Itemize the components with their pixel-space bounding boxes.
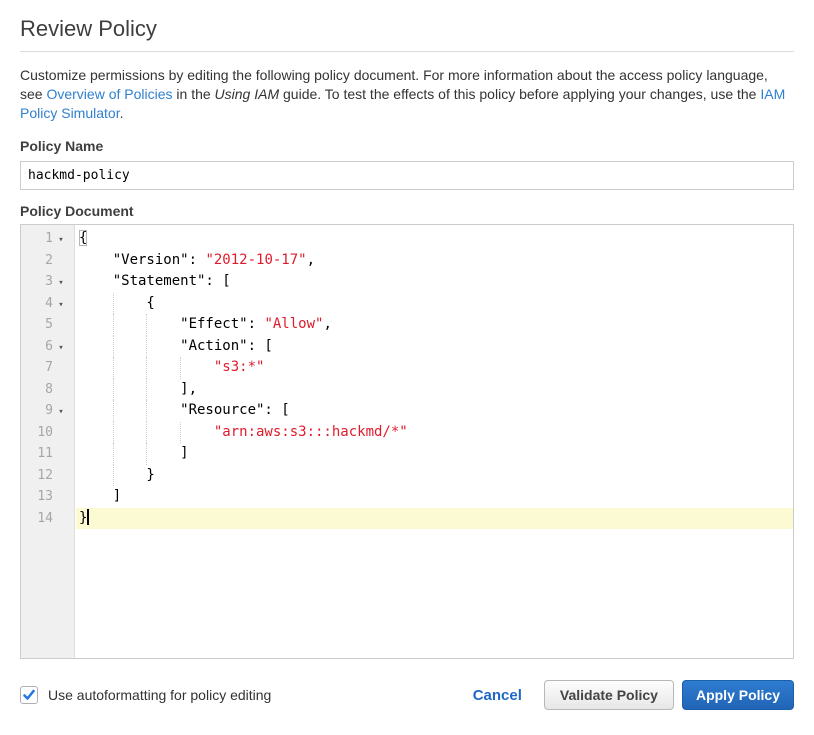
code-line-5[interactable]: "Effect": "Allow", bbox=[76, 314, 793, 336]
fold-arrow-icon[interactable]: ▾ bbox=[53, 230, 69, 252]
indent-guide bbox=[113, 422, 114, 444]
footer-actions: Cancel Validate Policy Apply Policy bbox=[473, 680, 794, 710]
indent-guide bbox=[146, 314, 147, 336]
code-line-11[interactable]: ] bbox=[76, 443, 793, 465]
policy-name-label: Policy Name bbox=[20, 138, 794, 154]
gutter-line-6: 6▾ bbox=[21, 336, 74, 358]
gutter-line-7: 7 bbox=[21, 357, 74, 379]
intro-part2: in the bbox=[173, 86, 215, 102]
policy-document-editor[interactable]: 1▾23▾4▾56▾789▾1011121314 { "Version": "2… bbox=[20, 224, 794, 659]
fold-arrow-icon[interactable]: ▾ bbox=[53, 273, 69, 295]
gutter-line-11: 11 bbox=[21, 443, 74, 465]
intro-text: Customize permissions by editing the fol… bbox=[20, 66, 792, 123]
indent-guide bbox=[113, 336, 114, 358]
gutter-line-5: 5 bbox=[21, 314, 74, 336]
code-line-8[interactable]: ], bbox=[76, 379, 793, 401]
fold-arrow-icon[interactable]: ▾ bbox=[53, 338, 69, 360]
indent-guide bbox=[113, 293, 114, 315]
code-line-7[interactable]: "s3:*" bbox=[76, 357, 793, 379]
autoformat-label: Use autoformatting for policy editing bbox=[48, 687, 271, 703]
link-overview-of-policies[interactable]: Overview of Policies bbox=[46, 86, 172, 102]
indent-guide bbox=[113, 443, 114, 465]
gutter-line-13: 13 bbox=[21, 486, 74, 508]
code-line-13[interactable]: ] bbox=[76, 486, 793, 508]
fold-arrow-icon[interactable]: ▾ bbox=[53, 295, 69, 317]
gutter-line-8: 8 bbox=[21, 379, 74, 401]
indent-guide bbox=[146, 357, 147, 379]
code-line-2[interactable]: "Version": "2012-10-17", bbox=[76, 250, 793, 272]
code-line-10[interactable]: "arn:aws:s3:::hackmd/*" bbox=[76, 422, 793, 444]
footer-bar: Use autoformatting for policy editing Ca… bbox=[20, 680, 794, 710]
editor-gutter-lines: 1▾23▾4▾56▾789▾1011121314 bbox=[21, 228, 74, 529]
gutter-line-3: 3▾ bbox=[21, 271, 74, 293]
gutter-line-12: 12 bbox=[21, 465, 74, 487]
intro-italic-using-iam: Using IAM bbox=[215, 86, 280, 102]
autoformat-checkbox[interactable] bbox=[20, 686, 38, 704]
editor-code-lines[interactable]: { "Version": "2012-10-17", "Statement": … bbox=[76, 225, 793, 658]
indent-guide bbox=[113, 400, 114, 422]
code-line-9[interactable]: "Resource": [ bbox=[76, 400, 793, 422]
code-line-12[interactable]: } bbox=[76, 465, 793, 487]
indent-guide bbox=[180, 422, 181, 444]
intro-part3: guide. To test the effects of this polic… bbox=[279, 86, 760, 102]
indent-guide bbox=[180, 357, 181, 379]
cancel-link[interactable]: Cancel bbox=[473, 687, 522, 704]
review-policy-page: Review Policy Customize permissions by e… bbox=[0, 16, 814, 735]
indent-guide bbox=[113, 357, 114, 379]
indent-guide bbox=[146, 379, 147, 401]
indent-guide bbox=[146, 336, 147, 358]
code-line-1[interactable]: { bbox=[76, 228, 793, 250]
indent-guide bbox=[146, 422, 147, 444]
gutter-line-4: 4▾ bbox=[21, 293, 74, 315]
checkmark-icon bbox=[22, 688, 36, 702]
policy-document-label: Policy Document bbox=[20, 203, 794, 219]
gutter-line-14: 14 bbox=[21, 508, 74, 530]
gutter-line-9: 9▾ bbox=[21, 400, 74, 422]
indent-guide bbox=[146, 443, 147, 465]
code-line-3[interactable]: "Statement": [ bbox=[76, 271, 793, 293]
text-cursor bbox=[87, 509, 89, 525]
intro-part4: . bbox=[120, 105, 124, 121]
fold-arrow-icon[interactable]: ▾ bbox=[53, 402, 69, 424]
validate-policy-button[interactable]: Validate Policy bbox=[544, 680, 674, 710]
gutter-line-1: 1▾ bbox=[21, 228, 74, 250]
gutter-line-10: 10 bbox=[21, 422, 74, 444]
editor-gutter: 1▾23▾4▾56▾789▾1011121314 bbox=[21, 225, 75, 658]
page-title: Review Policy bbox=[20, 16, 794, 42]
policy-name-input[interactable] bbox=[20, 161, 794, 190]
indent-guide bbox=[113, 465, 114, 487]
indent-guide bbox=[113, 314, 114, 336]
gutter-line-2: 2 bbox=[21, 250, 74, 272]
code-line-14[interactable]: } bbox=[76, 508, 793, 530]
code-line-6[interactable]: "Action": [ bbox=[76, 336, 793, 358]
title-divider bbox=[20, 51, 794, 52]
autoformat-option[interactable]: Use autoformatting for policy editing bbox=[20, 686, 271, 704]
code-line-4[interactable]: { bbox=[76, 293, 793, 315]
apply-policy-button[interactable]: Apply Policy bbox=[682, 680, 794, 710]
indent-guide bbox=[113, 379, 114, 401]
indent-guide bbox=[146, 400, 147, 422]
